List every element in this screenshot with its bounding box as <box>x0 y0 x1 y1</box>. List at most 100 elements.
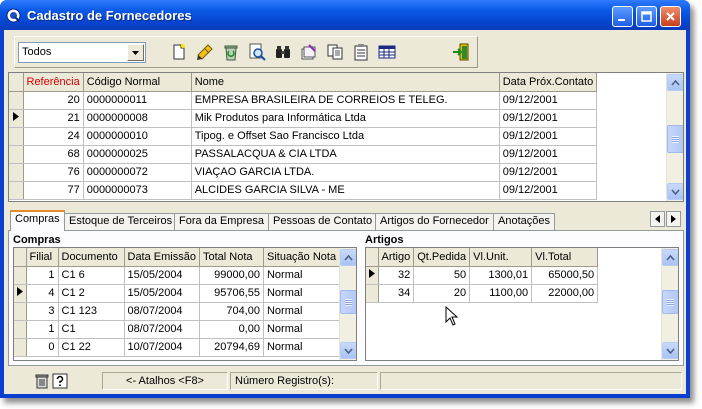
cell-data[interactable]: 10/07/2004 <box>124 338 200 357</box>
minimize-button[interactable] <box>612 6 633 27</box>
suppliers-grid[interactable]: Referência Código Normal Nome Data Próx.… <box>8 72 684 202</box>
chevron-down-icon[interactable] <box>127 44 144 61</box>
cell-total[interactable]: 65000,50 <box>531 266 599 285</box>
cell-situacao[interactable]: Normal <box>263 284 341 303</box>
cell-data[interactable]: 15/05/2004 <box>124 284 200 303</box>
trash-icon[interactable] <box>34 373 50 389</box>
column-header-filial[interactable]: Filial <box>26 248 59 267</box>
cell-filial[interactable]: 1 <box>26 320 59 339</box>
cell-code[interactable]: 0000000008 <box>83 109 192 128</box>
cell-documento[interactable]: C1 6 <box>58 266 125 285</box>
cell-name[interactable]: VIAÇAO GARCIA LTDA. <box>191 163 500 182</box>
cell-date[interactable]: 09/12/2001 <box>499 109 598 128</box>
cell-name[interactable]: Mik Produtos para Informática Ltda <box>191 109 500 128</box>
recycle-bin-icon[interactable] <box>222 43 240 61</box>
column-header-total-nota[interactable]: Total Nota <box>199 248 264 267</box>
tab-estoque-terceiros[interactable]: Estoque de Terceiros <box>64 213 178 230</box>
table-row[interactable]: 0 C1 22 10/07/2004 20794,69 Normal <box>14 338 341 357</box>
cell-total[interactable]: 22000,00 <box>531 284 599 303</box>
column-header-qt-pedida[interactable]: Qt.Pedida <box>413 248 471 267</box>
tab-anotacoes[interactable]: Anotações <box>493 213 555 230</box>
tab-pessoas-contato[interactable]: Pessoas de Contato <box>268 213 378 230</box>
table-row[interactable]: 24 0000000010 Tipog. e Offset Sao Franci… <box>9 127 598 146</box>
cell-situacao[interactable]: Normal <box>263 266 341 285</box>
cell-total[interactable]: 704,00 <box>199 302 264 321</box>
cell-filial[interactable]: 0 <box>26 338 59 357</box>
clipboard-list-icon[interactable] <box>352 43 370 61</box>
scroll-thumb[interactable] <box>667 125 683 153</box>
cell-documento[interactable]: C1 <box>58 320 125 339</box>
cell-code[interactable]: 0000000073 <box>83 181 192 200</box>
cell-ref[interactable]: 24 <box>23 127 84 146</box>
paper-stack-icon[interactable] <box>300 43 318 61</box>
tab-scroll-right-icon[interactable] <box>666 211 681 227</box>
column-header-situacao[interactable]: Situação Nota <box>263 248 341 267</box>
cell-situacao[interactable]: Normal <box>263 320 341 339</box>
suppliers-scrollbar[interactable] <box>666 73 683 201</box>
column-header-data[interactable]: Data Próx.Contato <box>499 73 598 92</box>
cell-ref[interactable]: 20 <box>23 91 84 110</box>
cell-date[interactable]: 09/12/2001 <box>499 163 598 182</box>
cell-documento[interactable]: C1 2 <box>58 284 125 303</box>
cell-total[interactable]: 99000,00 <box>199 266 264 285</box>
scroll-down-icon[interactable] <box>662 342 678 359</box>
table-row[interactable]: 1 C1 6 15/05/2004 99000,00 Normal <box>14 266 341 285</box>
cell-ref[interactable]: 76 <box>23 163 84 182</box>
scroll-up-icon[interactable] <box>662 249 678 266</box>
scroll-up-icon[interactable] <box>340 249 356 266</box>
cell-name[interactable]: EMPRESA BRASILEIRA DE CORREIOS E TELEG. <box>191 91 500 110</box>
cell-ref[interactable]: 21 <box>23 109 84 128</box>
cell-code[interactable]: 0000000072 <box>83 163 192 182</box>
tab-compras[interactable]: Compras <box>10 210 65 231</box>
cell-code[interactable]: 0000000011 <box>83 91 192 110</box>
cell-total[interactable]: 0,00 <box>199 320 264 339</box>
compras-scrollbar[interactable] <box>339 248 356 360</box>
cell-unit[interactable]: 1100,00 <box>469 284 533 303</box>
table-row[interactable]: 20 0000000011 EMPRESA BRASILEIRA DE CORR… <box>9 91 598 110</box>
cell-documento[interactable]: C1 123 <box>58 302 125 321</box>
scroll-thumb[interactable] <box>662 290 678 314</box>
cell-situacao[interactable]: Normal <box>263 302 341 321</box>
cell-unit[interactable]: 1300,01 <box>469 266 533 285</box>
cell-artigo[interactable]: 32 <box>378 266 415 285</box>
table-row[interactable]: 4 C1 2 15/05/2004 95706,55 Normal <box>14 284 341 303</box>
scroll-up-icon[interactable] <box>667 74 683 91</box>
table-row[interactable]: 21 0000000008 Mik Produtos para Informát… <box>9 109 598 128</box>
cell-date[interactable]: 09/12/2001 <box>499 145 598 164</box>
scroll-down-icon[interactable] <box>667 183 683 200</box>
table-row[interactable]: 77 0000000073 ALCIDES GARCIA SILVA - ME … <box>9 181 598 200</box>
tab-fora-empresa[interactable]: Fora da Empresa <box>174 213 269 230</box>
cell-filial[interactable]: 4 <box>26 284 59 303</box>
filter-select[interactable]: Todos <box>18 42 146 63</box>
table-row[interactable]: 76 0000000072 VIAÇAO GARCIA LTDA. 09/12/… <box>9 163 598 182</box>
cell-name[interactable]: Tipog. e Offset Sao Francisco Ltda <box>191 127 500 146</box>
grid-table-icon[interactable] <box>378 43 396 61</box>
table-row[interactable]: 1 C1 08/07/2004 0,00 Normal <box>14 320 341 339</box>
help-icon[interactable] <box>52 373 68 389</box>
cell-ref[interactable]: 77 <box>23 181 84 200</box>
table-row[interactable]: 3 C1 123 08/07/2004 704,00 Normal <box>14 302 341 321</box>
cell-date[interactable]: 09/12/2001 <box>499 127 598 146</box>
cell-ref[interactable]: 68 <box>23 145 84 164</box>
cell-qt[interactable]: 50 <box>413 266 471 285</box>
edit-pencil-icon[interactable] <box>196 43 214 61</box>
cell-total[interactable]: 20794,69 <box>199 338 264 357</box>
table-row[interactable]: 68 0000000025 PASSALACQUA & CIA LTDA 09/… <box>9 145 598 164</box>
cell-data[interactable]: 08/07/2004 <box>124 320 200 339</box>
scroll-down-icon[interactable] <box>340 342 356 359</box>
artigos-scrollbar[interactable] <box>661 248 678 360</box>
cell-filial[interactable]: 3 <box>26 302 59 321</box>
cell-data[interactable]: 08/07/2004 <box>124 302 200 321</box>
column-header-nome[interactable]: Nome <box>191 73 500 92</box>
scroll-thumb[interactable] <box>340 290 356 314</box>
cell-date[interactable]: 09/12/2001 <box>499 181 598 200</box>
cell-name[interactable]: PASSALACQUA & CIA LTDA <box>191 145 500 164</box>
column-header-artigo[interactable]: Artigo <box>378 248 415 267</box>
maximize-button[interactable] <box>636 6 657 27</box>
cell-situacao[interactable]: Normal <box>263 338 341 357</box>
cell-date[interactable]: 09/12/2001 <box>499 91 598 110</box>
cell-code[interactable]: 0000000010 <box>83 127 192 146</box>
cell-documento[interactable]: C1 22 <box>58 338 125 357</box>
compras-grid[interactable]: Filial Documento Data Emissão Total Nota… <box>13 247 357 361</box>
table-row[interactable]: 32 50 1300,01 65000,50 <box>366 266 599 285</box>
